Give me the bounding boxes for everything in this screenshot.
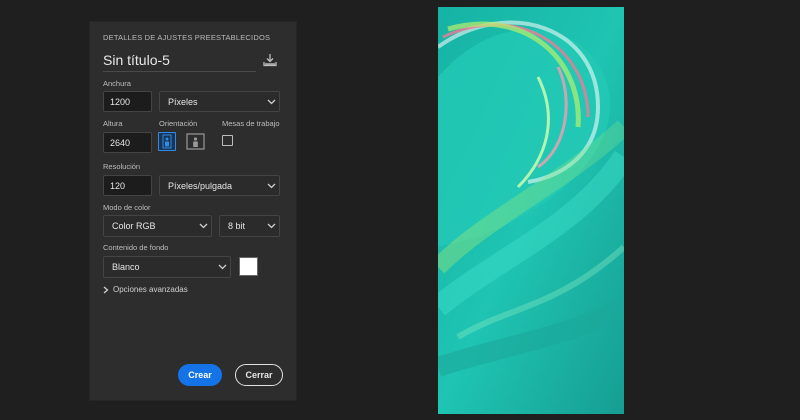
width-unit-select[interactable]: Píxeles xyxy=(159,91,280,112)
color-mode-value: Color RGB xyxy=(112,221,156,231)
bit-depth-select[interactable]: 8 bit xyxy=(219,215,280,237)
advanced-options-label: Opciones avanzadas xyxy=(113,285,188,294)
chevron-down-icon xyxy=(263,218,279,234)
preset-preview-image xyxy=(438,7,624,414)
resolution-label: Resolución xyxy=(103,162,141,171)
chevron-down-icon xyxy=(214,259,230,275)
landscape-icon[interactable] xyxy=(186,132,205,151)
create-button[interactable]: Crear xyxy=(178,364,222,386)
orientation-label: Orientación xyxy=(159,119,198,128)
artboards-checkbox[interactable] xyxy=(222,135,233,146)
width-input[interactable]: 1200 xyxy=(103,91,152,112)
close-button[interactable]: Cerrar xyxy=(235,364,283,386)
color-mode-label: Modo de color xyxy=(103,203,151,212)
width-unit-value: Píxeles xyxy=(168,96,198,107)
background-color-swatch[interactable] xyxy=(239,257,258,276)
document-name-input[interactable]: Sin título-5 xyxy=(103,52,170,68)
width-label: Anchura xyxy=(103,79,131,88)
resolution-input[interactable]: 120 xyxy=(103,175,152,196)
bit-depth-value: 8 bit xyxy=(228,221,246,231)
chevron-down-icon xyxy=(263,94,279,110)
height-label: Altura xyxy=(103,119,123,128)
document-name-underline xyxy=(103,71,256,72)
height-input[interactable]: 2640 xyxy=(103,132,152,153)
background-label: Contenido de fondo xyxy=(103,243,169,252)
portrait-icon[interactable] xyxy=(158,132,176,151)
artboards-label: Mesas de trabajo xyxy=(222,119,280,128)
download-icon[interactable] xyxy=(262,53,278,67)
color-mode-select[interactable]: Color RGB xyxy=(103,215,212,237)
new-document-panel: DETALLES DE AJUSTES PREESTABLECIDOS Sin … xyxy=(89,21,297,401)
chevron-down-icon xyxy=(263,178,279,194)
advanced-options-toggle[interactable]: Opciones avanzadas xyxy=(103,285,188,294)
background-value: Blanco xyxy=(112,262,140,272)
chevron-down-icon xyxy=(195,218,211,234)
chevron-right-icon xyxy=(103,286,109,294)
resolution-unit-select[interactable]: Píxeles/pulgada xyxy=(159,175,280,196)
resolution-unit-value: Píxeles/pulgada xyxy=(168,180,233,191)
background-select[interactable]: Blanco xyxy=(103,256,231,278)
section-title: DETALLES DE AJUSTES PREESTABLECIDOS xyxy=(103,33,271,42)
